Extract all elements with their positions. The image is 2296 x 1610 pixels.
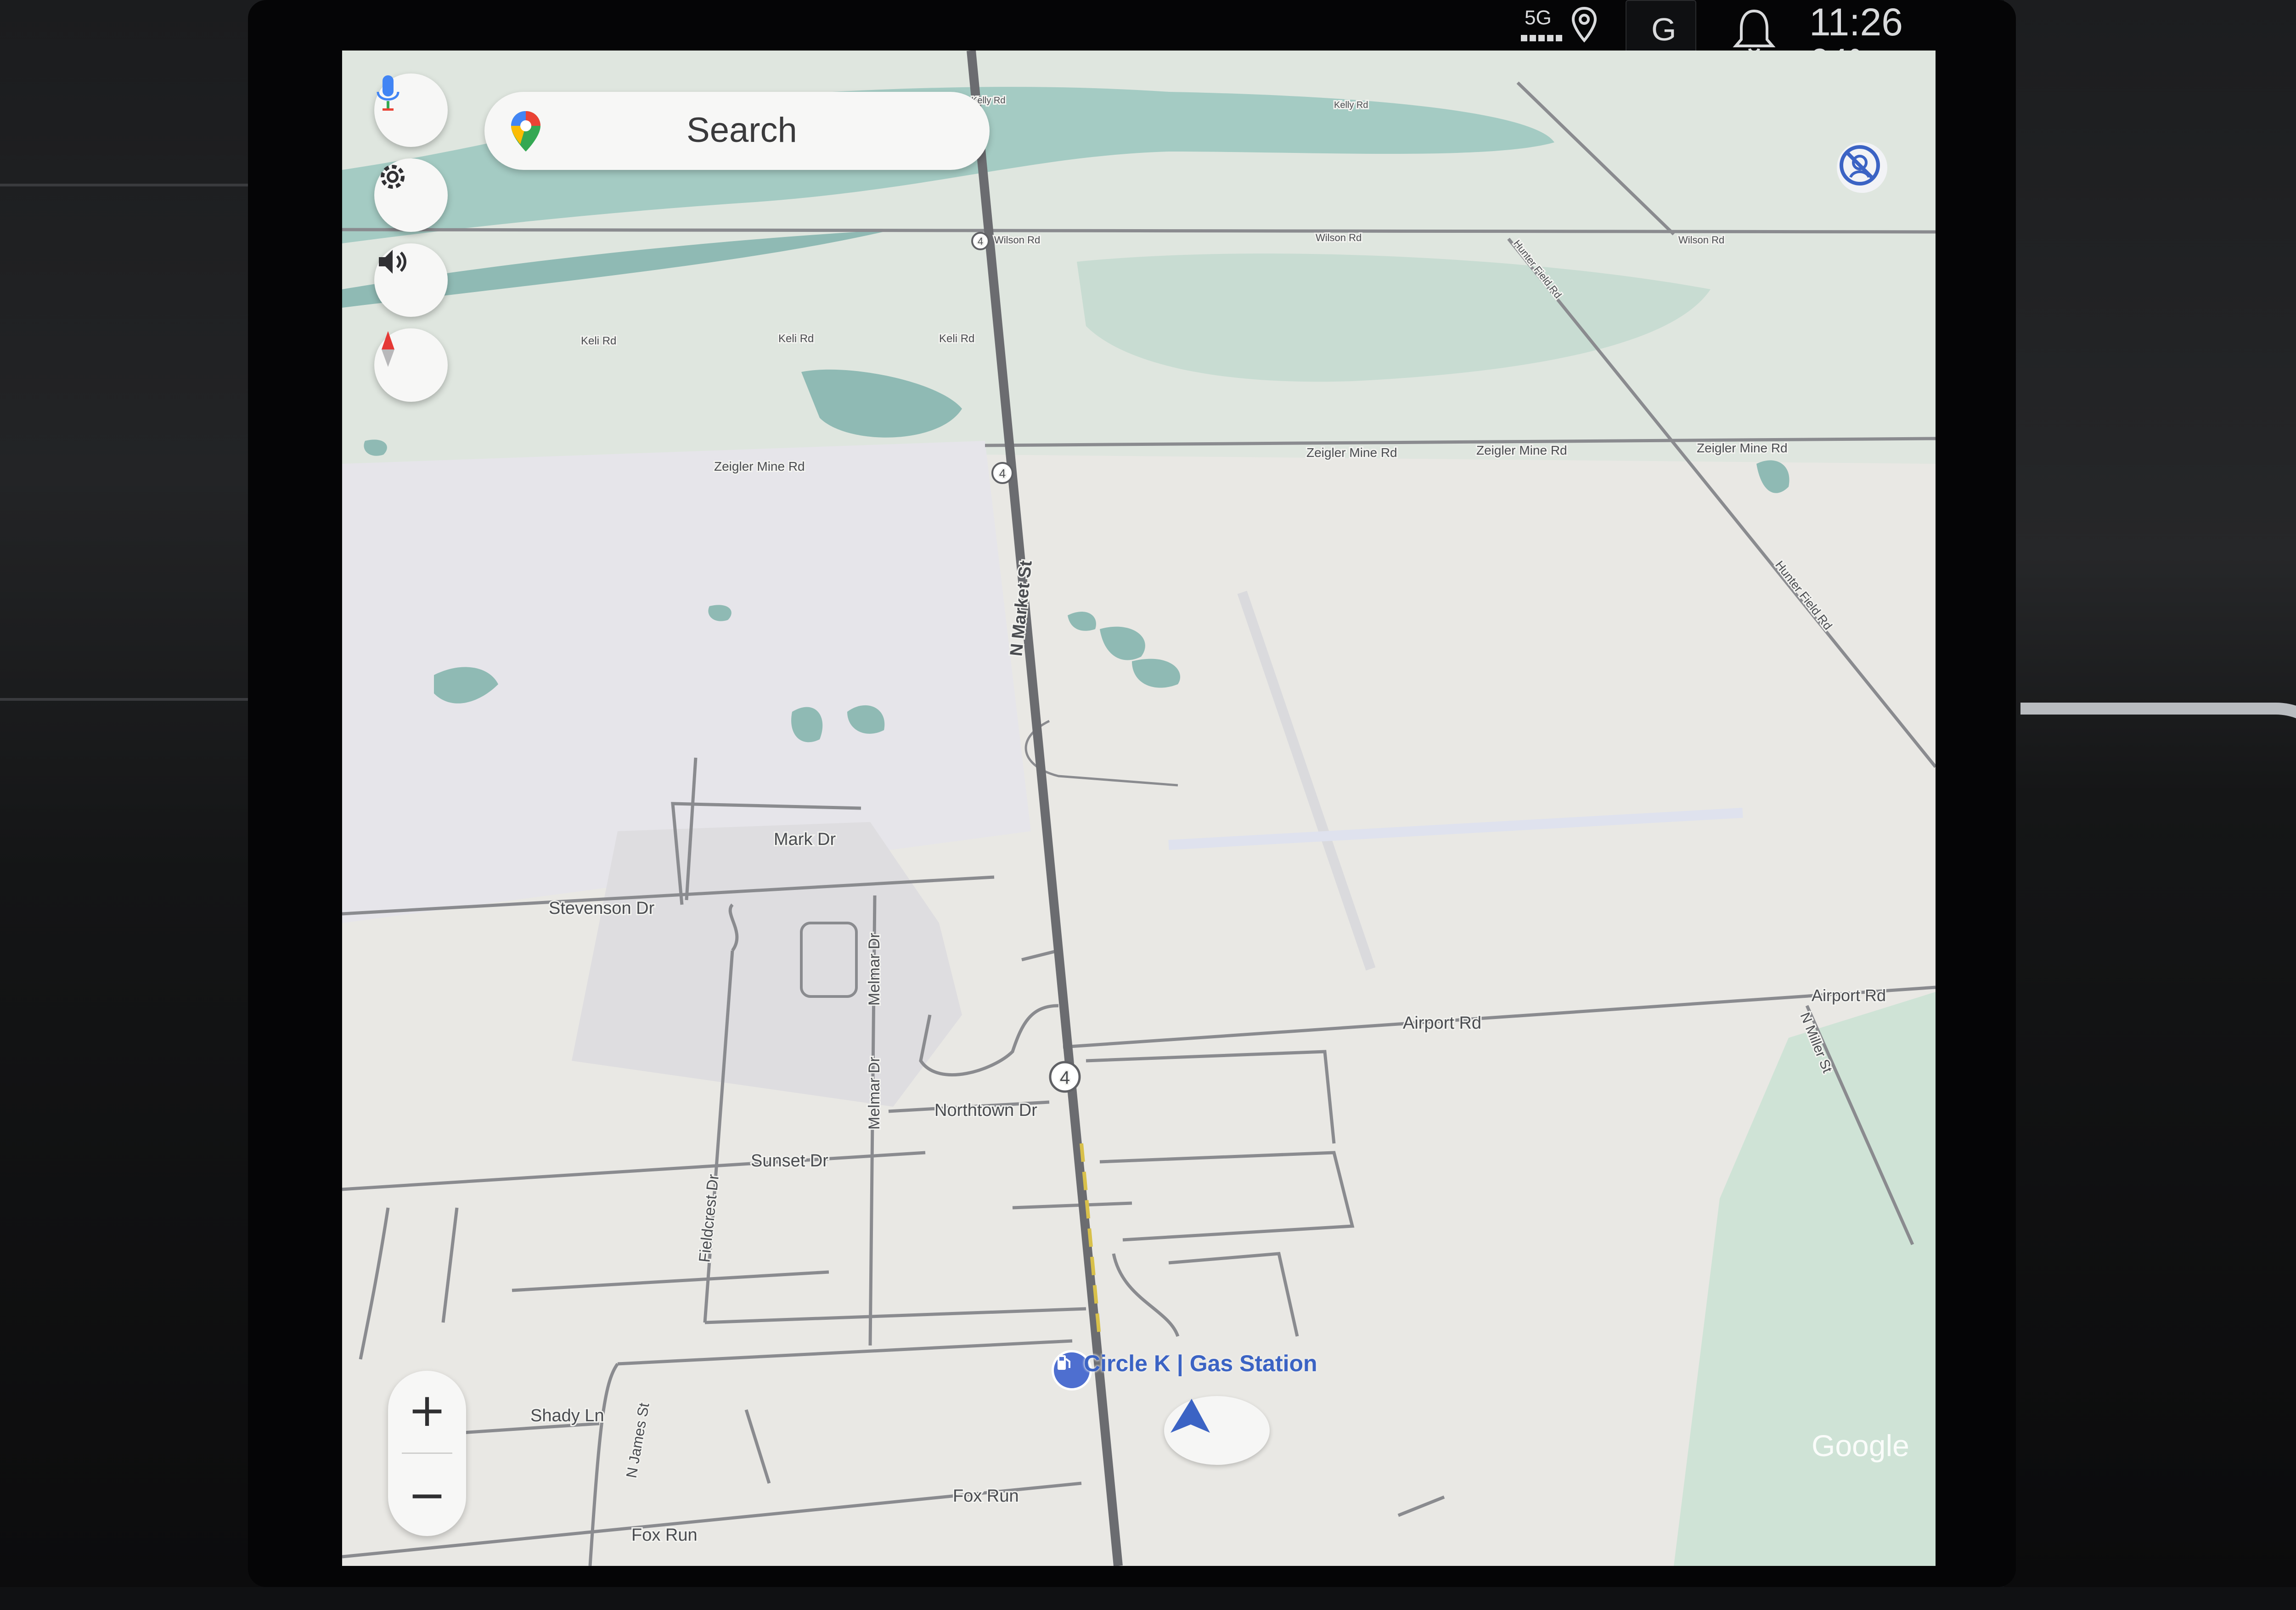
road-label: Zeigler Mine Rd [1697,441,1788,455]
dashboard-left-panel [0,0,266,1587]
location-pin-icon [1571,6,1597,43]
navigation-arrow-icon [1171,1399,1210,1433]
route-shield-label: 4 [999,467,1006,480]
air-vent-chrome-trim [2020,703,2296,1610]
road-label: Keli Rd [581,335,616,347]
road-label: Airport Rd [1403,1013,1481,1033]
voice-search-button[interactable] [374,73,448,147]
zoom-control: + − [388,1371,466,1536]
status-bar: 5G G 11:26 64° [294,0,2011,81]
speaker-icon [379,250,406,274]
route-shield-label: 4 [978,236,983,247]
road-label: Stevenson Dr [549,899,655,918]
google-attribution: Google [1812,1429,1909,1463]
route-shield: 4 [991,462,1013,484]
clock: 11:26 [1809,0,1903,44]
sound-button[interactable] [374,243,448,317]
search-bar[interactable]: Search [484,92,990,170]
dashboard-trim-stripe [0,698,248,701]
road-label: Sunset Dr [751,1151,828,1171]
road-label: Wilson Rd [1316,232,1362,243]
road-label: Airport Rd [1812,986,1886,1005]
road-label: Melmar Dr [866,933,883,1006]
map-view[interactable]: 4 4 4 Kelly Rd Kelly Rd Wilson Rd Wilson… [342,51,1936,1566]
settings-button[interactable] [374,158,448,232]
notification-bell-icon[interactable] [1731,6,1777,57]
road-label: Melmar Dr [866,1057,883,1130]
road-label: Wilson Rd [994,234,1040,246]
road-label: Wilson Rd [1678,234,1724,246]
road-label: Shady Ln [530,1406,604,1425]
gas-pump-icon [1058,1355,1070,1370]
zoom-out-button[interactable]: − [388,1456,466,1534]
gear-icon [381,165,405,189]
route-shield: 4 [971,232,990,250]
road-label: Kelly Rd [1334,100,1368,110]
profile-initial: G [1651,11,1677,47]
road-label: Zeigler Mine Rd [1476,443,1567,457]
network-indicator: 5G [1525,6,1552,29]
map-canvas[interactable]: 4 4 4 Kelly Rd Kelly Rd Wilson Rd Wilson… [342,51,1936,1566]
search-placeholder[interactable]: Search [687,110,797,150]
microphone-icon [377,75,400,111]
no-driving-icon [1840,145,1880,186]
road [342,228,1936,234]
road-label: Zeigler Mine Rd [714,459,805,473]
poi-label[interactable]: Circle K | Gas Station [1084,1350,1317,1377]
google-maps-pin-icon [511,111,540,152]
road-label: Keli Rd [778,332,814,345]
dashboard-trim-stripe [0,184,248,186]
zoom-in-button[interactable]: + [388,1371,466,1449]
route-shield: 4 [1049,1061,1081,1093]
traffic-toggle-button[interactable] [1837,142,1887,193]
road-label: Keli Rd [939,332,974,345]
road-label: Mark Dr [774,830,836,849]
road-label: Fox Run [631,1526,698,1545]
current-location-marker[interactable] [1164,1396,1270,1465]
road-label: Zeigler Mine Rd [1306,445,1397,460]
road-label: Northtown Dr [934,1101,1037,1120]
zoom-divider [402,1452,452,1454]
route-shield-label: 4 [1060,1068,1070,1088]
signal-bars-icon [1521,35,1562,41]
road-label: Fox Run [953,1486,1019,1506]
compass-icon [382,331,394,367]
compass-button[interactable] [374,328,448,402]
